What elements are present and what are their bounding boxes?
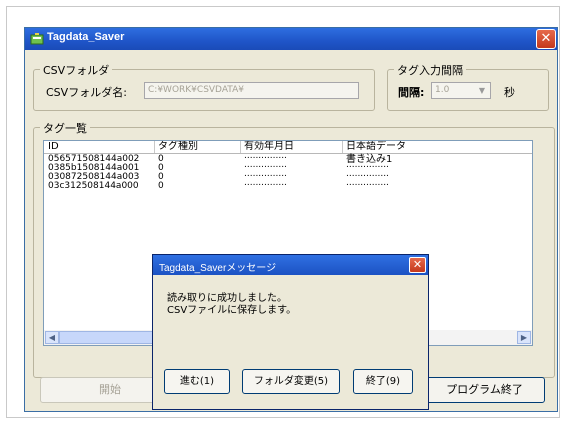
column-header-id[interactable]: ID: [48, 141, 59, 152]
csv-folder-group: CSVフォルダ CSVフォルダ名: C:¥WORK¥CSVDATA¥: [33, 62, 375, 111]
interval-label: 間隔:: [398, 86, 425, 99]
list-header: ID タグ種別 有効年月日 日本語データ: [44, 141, 532, 154]
row-expiry-date: ...............: [244, 178, 287, 188]
dialog-message-line-2: CSVファイルに保存します。: [167, 305, 297, 316]
column-header-japanese-data[interactable]: 日本語データ: [346, 141, 406, 152]
next-button[interactable]: 進む(1): [164, 369, 230, 394]
change-folder-button[interactable]: フォルダ変更(5): [242, 369, 340, 394]
csv-folder-label: CSVフォルダ名:: [46, 86, 127, 99]
start-button-label: 開始: [99, 383, 121, 396]
end-button[interactable]: 終了(9): [353, 369, 413, 394]
column-divider[interactable]: [154, 141, 155, 153]
message-dialog: Tagdata_Saverメッセージ ✕ 読み取りに成功しました。 CSVファイ…: [152, 254, 429, 410]
csv-folder-input[interactable]: C:¥WORK¥CSVDATA¥: [144, 82, 359, 99]
row-japanese-data: ...............: [346, 178, 389, 188]
column-divider[interactable]: [240, 141, 241, 153]
row-id: 03c312508144a000: [48, 181, 139, 191]
interval-group: タグ入力間隔 間隔: 1.0 ▼ 秒: [387, 62, 549, 111]
interval-value: 1.0: [435, 85, 450, 95]
interval-unit: 秒: [504, 86, 515, 99]
title-bar[interactable]: Tagdata_Saver ✕: [25, 28, 557, 50]
app-icon: [30, 33, 44, 45]
column-header-tag-type[interactable]: タグ種別: [158, 141, 198, 152]
tag-list-legend: タグ一覧: [40, 120, 90, 136]
interval-legend: タグ入力間隔: [394, 62, 466, 78]
scroll-right-icon[interactable]: ▶: [517, 331, 531, 344]
csv-folder-legend: CSVフォルダ: [40, 62, 113, 78]
column-divider[interactable]: [342, 141, 343, 153]
exit-program-label: プログラム終了: [446, 383, 523, 396]
chevron-down-icon[interactable]: ▼: [475, 84, 489, 97]
dialog-title-bar[interactable]: Tagdata_Saverメッセージ ✕: [153, 255, 428, 275]
window-close-button[interactable]: ✕: [536, 29, 556, 49]
window-title: Tagdata_Saver: [47, 31, 125, 43]
row-tag-type: 0: [158, 181, 164, 191]
dialog-close-button[interactable]: ✕: [409, 257, 426, 273]
dialog-title: Tagdata_Saverメッセージ: [159, 263, 277, 274]
interval-select[interactable]: 1.0 ▼: [431, 82, 491, 99]
exit-program-button[interactable]: プログラム終了: [410, 377, 545, 403]
scroll-left-icon[interactable]: ◀: [45, 331, 59, 344]
